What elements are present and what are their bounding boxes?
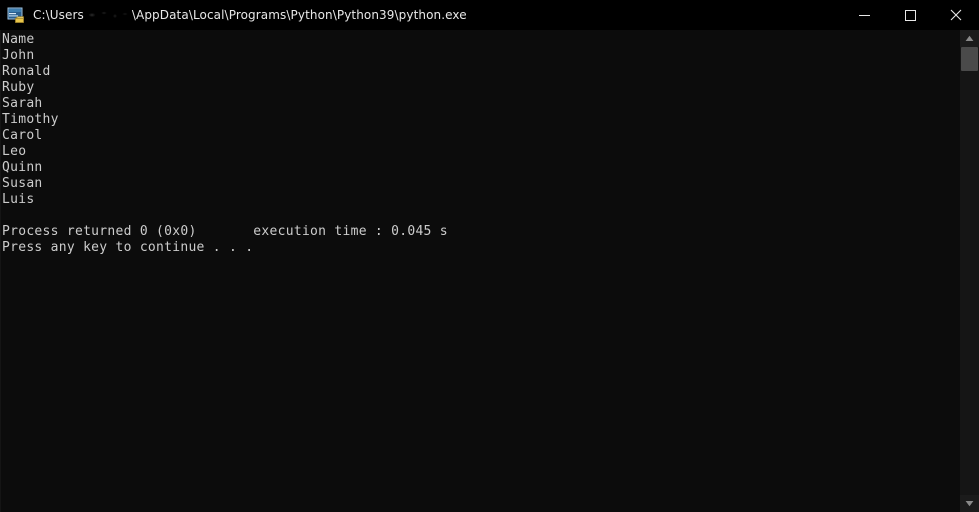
- title-bar[interactable]: C:\Users \AppData\Local\Programs\Python\P…: [0, 0, 979, 30]
- window-title-redacted-username: [83, 9, 132, 20]
- maximize-button[interactable]: [887, 0, 933, 30]
- console-output-text: Name John Ronald Ruby Sarah Timothy Caro…: [2, 32, 448, 255]
- scrollbar-thumb[interactable]: [961, 47, 978, 71]
- console-scrollbar[interactable]: [960, 30, 979, 512]
- scrollbar-track[interactable]: [960, 47, 979, 495]
- window-controls: [841, 0, 979, 30]
- close-button[interactable]: [933, 0, 979, 30]
- window-title-prefix: C:\Users: [33, 8, 84, 22]
- window-title: C:\Users \AppData\Local\Programs\Python\P…: [33, 0, 467, 30]
- scroll-up-arrow-icon[interactable]: [960, 30, 979, 47]
- console-body[interactable]: Name John Ronald Ruby Sarah Timothy Caro…: [0, 30, 979, 512]
- console-app-icon: [6, 5, 26, 25]
- window-title-suffix: \AppData\Local\Programs\Python\Python39\…: [131, 8, 467, 22]
- minimize-button[interactable]: [841, 0, 887, 30]
- scroll-down-arrow-icon[interactable]: [960, 495, 979, 512]
- console-window: C:\Users \AppData\Local\Programs\Python\P…: [0, 0, 979, 512]
- title-bar-left: C:\Users \AppData\Local\Programs\Python\P…: [0, 0, 467, 30]
